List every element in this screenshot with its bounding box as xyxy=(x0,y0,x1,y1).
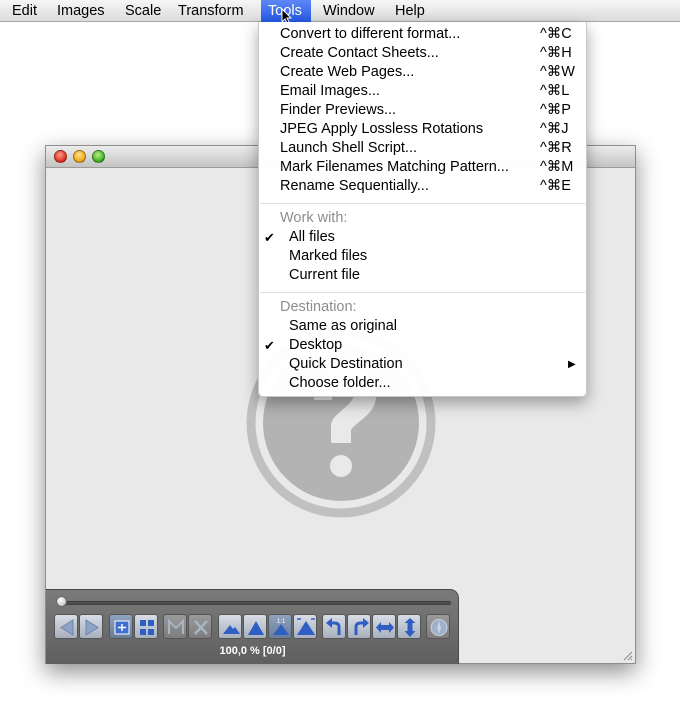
menu-item-convert[interactable]: Convert to different format... ^⌘C xyxy=(259,25,586,44)
menu-item-label: Rename Sequentially... xyxy=(280,178,429,194)
flip-vertical-icon xyxy=(404,618,416,637)
menu-help[interactable]: Help xyxy=(389,0,433,22)
toolbar-hud: 1:1 100,0 % [0/0] xyxy=(46,589,459,664)
scale-fit-button[interactable] xyxy=(243,614,267,639)
slider-knob[interactable] xyxy=(56,596,67,607)
menu-item-label: Email Images... xyxy=(280,83,380,99)
delete-x-icon xyxy=(194,620,208,635)
menu-item-shell-script[interactable]: Launch Shell Script... ^⌘R xyxy=(259,139,586,158)
mountain-fill-icon xyxy=(297,618,315,635)
menu-separator xyxy=(260,292,587,293)
menu-scale[interactable]: Scale xyxy=(119,0,167,22)
rotate-left-icon xyxy=(326,618,341,635)
menu-item-label: Desktop xyxy=(289,337,343,353)
menu-item-shortcut: ^⌘M xyxy=(540,159,574,175)
arrow-right-icon xyxy=(85,619,99,636)
menu-item-shortcut: ^⌘W xyxy=(540,64,575,80)
rotate-right-icon xyxy=(354,618,369,635)
grid-icon xyxy=(140,620,154,635)
flip-vertical-button[interactable] xyxy=(397,614,421,639)
menu-item-label: Mark Filenames Matching Pattern... xyxy=(280,159,509,175)
menu-window[interactable]: Window xyxy=(317,0,384,22)
menu-item-contact-sheets[interactable]: Create Contact Sheets... ^⌘H xyxy=(259,44,586,63)
fit-view-icon xyxy=(114,620,130,635)
menu-item-label: Finder Previews... xyxy=(280,102,397,118)
menu-item-shortcut: ^⌘E xyxy=(540,178,571,194)
menu-item-label: Marked files xyxy=(289,248,368,264)
menu-item-label: Create Contact Sheets... xyxy=(280,45,439,61)
menu-item-email-images[interactable]: Email Images... ^⌘L xyxy=(259,82,586,101)
menu-item-rename-sequentially[interactable]: Rename Sequentially... ^⌘E xyxy=(259,177,586,196)
menu-edit[interactable]: Edit xyxy=(6,0,46,22)
close-button[interactable] xyxy=(54,150,67,163)
menu-item-shortcut: ^⌘H xyxy=(540,45,572,61)
menu-item-quick-destination[interactable]: Quick Destination ▶ xyxy=(259,355,586,374)
menu-item-label: Same as original xyxy=(289,318,397,334)
next-button[interactable] xyxy=(79,614,103,639)
info-button[interactable] xyxy=(426,614,450,639)
menu-images[interactable]: Images xyxy=(51,0,113,22)
destination-header: Destination: xyxy=(280,299,357,315)
menu-item-label: Launch Shell Script... xyxy=(280,140,418,156)
menu-item-label: Choose folder... xyxy=(289,375,391,391)
menu-item-same-as-original[interactable]: Same as original xyxy=(259,317,586,336)
menu-item-all-files[interactable]: ✔ All files xyxy=(259,228,586,247)
menu-item-shortcut: ^⌘C xyxy=(540,26,572,42)
scale-down-button[interactable] xyxy=(218,614,242,639)
menu-transform[interactable]: Transform xyxy=(172,0,256,22)
rotate-left-button[interactable] xyxy=(322,614,346,639)
menu-item-current-file[interactable]: Current file xyxy=(259,266,586,285)
rotate-right-button[interactable] xyxy=(347,614,371,639)
svg-text:1:1: 1:1 xyxy=(277,619,286,625)
tools-menu: Convert to different format... ^⌘C Creat… xyxy=(258,22,587,397)
minimize-button[interactable] xyxy=(73,150,86,163)
menu-bar: Edit Images Scale Transform Tools Window… xyxy=(0,0,680,25)
mark-button[interactable] xyxy=(163,614,187,639)
menu-separator xyxy=(260,203,587,204)
single-view-button[interactable] xyxy=(109,614,133,639)
arrow-left-icon xyxy=(60,619,74,636)
submenu-arrow-icon: ▶ xyxy=(568,359,576,370)
mark-icon xyxy=(168,618,184,634)
mountain-small-icon xyxy=(223,625,240,634)
menu-item-finder-previews[interactable]: Finder Previews... ^⌘P xyxy=(259,101,586,120)
mountain-fit-icon xyxy=(248,621,264,635)
menu-item-shortcut: ^⌘J xyxy=(540,121,569,137)
menu-item-label: All files xyxy=(289,229,335,245)
scale-fill-button[interactable] xyxy=(293,614,317,639)
resize-grip-icon[interactable] xyxy=(621,649,633,661)
menu-item-label: Current file xyxy=(289,267,360,283)
menu-item-jpeg-rotations[interactable]: JPEG Apply Lossless Rotations ^⌘J xyxy=(259,120,586,139)
menu-item-label: Create Web Pages... xyxy=(280,64,415,80)
delete-button[interactable] xyxy=(188,614,212,639)
menu-item-label: Convert to different format... xyxy=(280,26,461,42)
scale-actual-button[interactable]: 1:1 xyxy=(268,614,292,639)
navigation-slider[interactable] xyxy=(58,601,451,605)
menu-item-shortcut: ^⌘P xyxy=(540,102,571,118)
menu-item-shortcut: ^⌘L xyxy=(540,83,570,99)
previous-button[interactable] xyxy=(54,614,78,639)
flip-horizontal-button[interactable] xyxy=(372,614,396,639)
zoom-button[interactable] xyxy=(92,150,105,163)
menu-item-desktop[interactable]: ✔ Desktop xyxy=(259,336,586,355)
menu-item-choose-folder[interactable]: Choose folder... xyxy=(259,374,586,393)
flip-horizontal-icon xyxy=(376,622,394,633)
menu-item-label: Quick Destination xyxy=(289,356,403,372)
menu-item-marked-files[interactable]: Marked files xyxy=(259,247,586,266)
checkmark-icon: ✔ xyxy=(264,338,275,353)
checkmark-icon: ✔ xyxy=(264,230,275,245)
zoom-status: 100,0 % [0/0] xyxy=(219,645,286,657)
menu-item-shortcut: ^⌘R xyxy=(540,140,572,156)
thumbnail-view-button[interactable] xyxy=(134,614,158,639)
work-with-header: Work with: xyxy=(280,210,348,226)
menu-item-mark-filenames[interactable]: Mark Filenames Matching Pattern... ^⌘M xyxy=(259,158,586,177)
compass-icon xyxy=(430,619,448,636)
menu-item-label: JPEG Apply Lossless Rotations xyxy=(280,121,484,137)
menu-item-web-pages[interactable]: Create Web Pages... ^⌘W xyxy=(259,63,586,82)
mountain-actual-size-icon: 1:1 xyxy=(273,619,289,635)
